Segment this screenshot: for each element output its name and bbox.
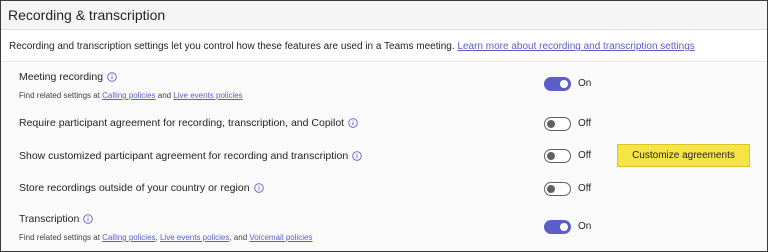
setting-store-outside-region: Store recordings outside of your country… [1, 177, 767, 207]
custom-agreement-toggle[interactable] [544, 149, 571, 163]
section-description: Recording and transcription settings let… [9, 41, 695, 52]
related-prefix: Find related settings at [19, 91, 103, 100]
info-icon[interactable] [83, 214, 94, 227]
live-events-policies-link[interactable]: Live events policies [160, 233, 229, 242]
setting-participant-agreement: Require participant agreement for record… [1, 112, 767, 142]
related-prefix: Find related settings at [19, 233, 103, 242]
settings-panel: Recording & transcription Recording and … [0, 0, 768, 252]
setting-transcription: Transcription Find related settings at C… [1, 212, 767, 242]
toggle-state-label: On [578, 221, 592, 232]
setting-label: Show customized participant agreement fo… [19, 150, 362, 164]
description-text: Recording and transcription settings let… [9, 41, 458, 52]
info-icon[interactable] [253, 183, 264, 196]
toggle-knob [547, 120, 555, 128]
toggle-state-label: Off [578, 183, 592, 194]
custom-agreement-label: Show customized participant agreement fo… [19, 150, 349, 162]
section-title: Recording & transcription [8, 7, 166, 23]
settings-list: Meeting recording Find related settings … [1, 63, 767, 251]
store-outside-label: Store recordings outside of your country… [19, 182, 250, 194]
info-icon[interactable] [107, 72, 117, 85]
toggle-knob [560, 80, 568, 88]
store-outside-toggle[interactable] [544, 182, 571, 196]
calling-policies-link[interactable]: Calling policies [102, 91, 155, 100]
learn-more-link[interactable]: Learn more about recording and transcrip… [457, 41, 694, 52]
transcription-label: Transcription [19, 213, 80, 225]
toggle-knob [547, 185, 555, 193]
setting-label: Require participant agreement for record… [19, 117, 358, 131]
info-icon[interactable] [348, 118, 358, 131]
separator: , and [229, 233, 250, 242]
info-icon[interactable] [352, 151, 362, 164]
setting-label: Transcription [19, 213, 94, 227]
voicemail-policies-link[interactable]: Voicemail policies [249, 233, 312, 242]
participant-agreement-toggle[interactable] [544, 117, 571, 131]
live-events-policies-link[interactable]: Live events policies [173, 91, 242, 100]
setting-label: Store recordings outside of your country… [19, 182, 264, 196]
customize-agreements-button[interactable]: Customize agreements [617, 144, 750, 167]
setting-label: Meeting recording [19, 71, 117, 85]
related-settings-text: Find related settings at Calling policie… [19, 233, 313, 242]
toggle-state-label: Off [578, 118, 592, 129]
toggle-state-label: Off [578, 150, 592, 161]
toggle-knob [547, 152, 555, 160]
participant-agreement-label: Require participant agreement for record… [19, 117, 345, 129]
meeting-recording-toggle[interactable] [544, 77, 571, 91]
related-settings-text: Find related settings at Calling policie… [19, 91, 243, 100]
transcription-toggle[interactable] [544, 220, 571, 234]
toggle-state-label: On [578, 78, 592, 89]
setting-meeting-recording: Meeting recording Find related settings … [1, 69, 767, 100]
separator: and [155, 91, 174, 100]
meeting-recording-label: Meeting recording [19, 71, 104, 83]
section-description-row: Recording and transcription settings let… [1, 30, 767, 62]
setting-custom-agreement: Show customized participant agreement fo… [1, 144, 767, 174]
toggle-knob [560, 223, 568, 231]
section-header: Recording & transcription [1, 1, 767, 30]
calling-policies-link[interactable]: Calling policies [102, 233, 155, 242]
